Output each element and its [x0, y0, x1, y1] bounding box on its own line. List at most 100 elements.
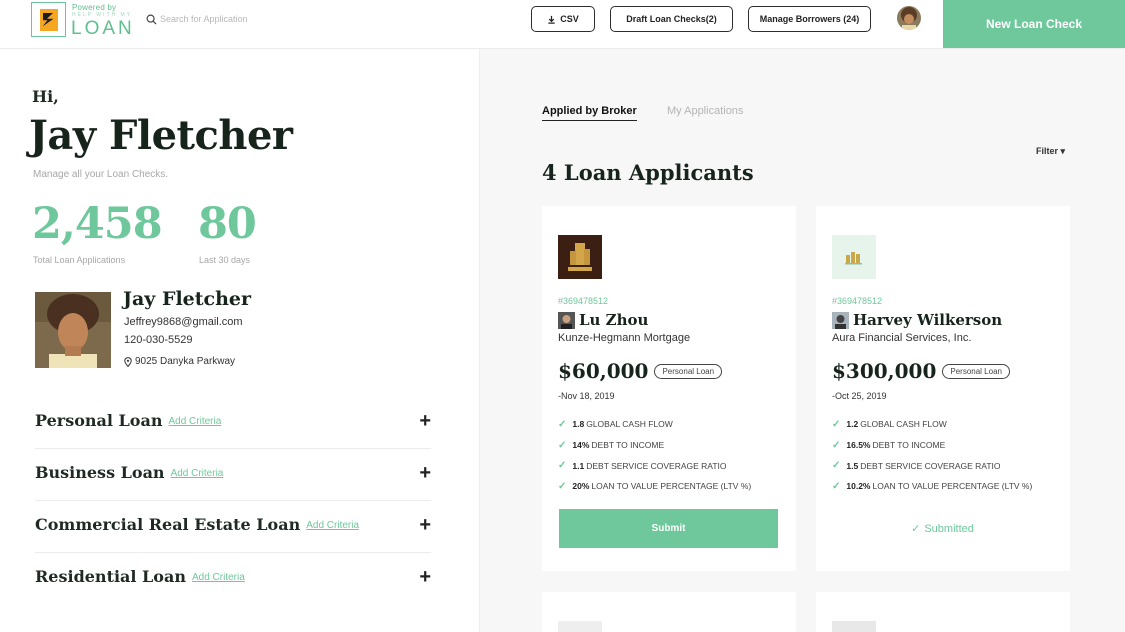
- company-logo-icon: [558, 235, 602, 279]
- draft-label: Draft Loan Checks(2): [626, 14, 717, 24]
- applicant-name: Harvey Wilkerson: [832, 311, 1002, 329]
- check-icon: ✓: [911, 523, 921, 535]
- csv-export-button[interactable]: CSV: [531, 6, 595, 32]
- download-icon: [548, 15, 555, 24]
- submitted-status: ✓ Submitted: [833, 509, 1052, 548]
- powered-by-label: Powered by: [72, 3, 117, 12]
- applicant-name: Lu Zhou: [558, 311, 648, 329]
- loan-type-residential: Residential Loan Add Criteria +: [35, 553, 431, 605]
- metric-item: ✓ 16.5% DEBT TO INCOME: [832, 439, 946, 451]
- metric-item: ✓ 1.1 DEBT SERVICE COVERAGE RATIO: [558, 460, 727, 472]
- company-logo-icon: [558, 621, 602, 632]
- company-logo-icon: [832, 235, 876, 279]
- check-icon: ✓: [558, 460, 567, 472]
- location-pin-icon: [124, 356, 132, 367]
- metric-item: ✓ 20% LOAN TO VALUE PERCENTAGE (LTV %): [558, 480, 752, 492]
- applicant-name-text: Lu Zhou: [579, 311, 649, 329]
- expand-plus-icon[interactable]: +: [419, 411, 431, 431]
- right-panel: Applied by Broker My Applications Filter…: [480, 49, 1125, 632]
- greeting-name: Jay Fletcher: [29, 112, 293, 159]
- applicant-card-partial[interactable]: [816, 592, 1070, 632]
- metric-item: ✓ 1.5 DEBT SERVICE COVERAGE RATIO: [832, 460, 1001, 472]
- loan-type-badge: Personal Loan: [654, 363, 723, 379]
- logo-icon[interactable]: [31, 2, 66, 37]
- loan-amount-value: $300,000: [832, 359, 937, 383]
- loan-type-title: Business Loan: [35, 463, 165, 482]
- applicant-card[interactable]: #369478512 Lu Zhou Kunze-Hegmann Mortgag…: [542, 206, 796, 571]
- metrics-list: ✓ 1.8 GLOBAL CASH FLOW ✓ 14% DEBT TO INCOME …: [558, 414, 751, 497]
- application-date: -Nov 18, 2019: [558, 391, 615, 401]
- check-icon: ✓: [832, 460, 841, 472]
- new-loan-check-button[interactable]: New Loan Check: [943, 0, 1125, 48]
- greeting-hi: Hi,: [32, 87, 59, 106]
- profile-name: Jay Fletcher: [123, 288, 252, 310]
- check-icon: ✓: [558, 439, 567, 451]
- application-id: #369478512: [558, 296, 609, 306]
- expand-plus-icon[interactable]: +: [419, 463, 431, 483]
- add-criteria-link[interactable]: Add Criteria: [306, 520, 359, 531]
- top-bar: Powered by HELP WITH MY LOAN CSV Draft L…: [0, 0, 1125, 49]
- add-criteria-link[interactable]: Add Criteria: [171, 468, 224, 479]
- loan-amount: $60,000 Personal Loan: [558, 359, 723, 383]
- applicant-company: Kunze-Hegmann Mortgage: [558, 332, 691, 344]
- search-icon: [146, 14, 157, 25]
- total-applications-label: Total Loan Applications: [33, 255, 126, 265]
- check-icon: ✓: [832, 439, 841, 451]
- check-icon: ✓: [832, 418, 841, 430]
- filter-dropdown[interactable]: Filter ▾: [1036, 146, 1065, 157]
- expand-plus-icon[interactable]: +: [419, 515, 431, 535]
- check-icon: ✓: [558, 480, 567, 492]
- loan-type-title: Commercial Real Estate Loan: [35, 515, 301, 534]
- check-icon: ✓: [832, 480, 841, 492]
- loan-type-title: Personal Loan: [35, 411, 163, 430]
- loan-amount: $300,000 Personal Loan: [832, 359, 1010, 383]
- search-input[interactable]: [160, 11, 310, 27]
- tab-applied-by-broker[interactable]: Applied by Broker: [542, 105, 637, 121]
- add-criteria-link[interactable]: Add Criteria: [192, 572, 245, 583]
- metric-item: ✓ 10.2% LOAN TO VALUE PERCENTAGE (LTV %): [832, 480, 1033, 492]
- filter-label: Filter: [1036, 146, 1059, 156]
- metrics-list: ✓ 1.2 GLOBAL CASH FLOW ✓ 16.5% DEBT TO INCOM…: [832, 414, 1032, 497]
- check-icon: ✓: [558, 418, 567, 430]
- total-applications-value: 2,458: [32, 199, 163, 249]
- loan-type-badge: Personal Loan: [942, 363, 1010, 379]
- applicant-avatar: [832, 311, 849, 329]
- loan-type-business: Business Loan Add Criteria +: [35, 449, 431, 501]
- loan-type-personal: Personal Loan Add Criteria +: [35, 397, 431, 449]
- greeting-subtitle: Manage all your Loan Checks.: [33, 169, 169, 180]
- applicant-card[interactable]: #369478512 Harvey Wilkerson Aura Financi…: [816, 206, 1070, 571]
- left-panel: Hi, Jay Fletcher Manage all your Loan Ch…: [0, 49, 480, 632]
- applicant-avatar: [558, 311, 575, 329]
- address-text: 9025 Danyka Parkway: [135, 356, 236, 367]
- applicant-card-partial[interactable]: [542, 592, 796, 632]
- user-avatar[interactable]: [897, 6, 921, 30]
- applicant-company: Aura Financial Services, Inc.: [832, 332, 972, 344]
- submit-button[interactable]: Submit: [559, 509, 778, 548]
- loan-amount-value: $60,000: [558, 359, 649, 383]
- last-30-days-label: Last 30 days: [199, 255, 251, 265]
- loan-type-commercial: Commercial Real Estate Loan Add Criteria …: [35, 501, 431, 553]
- profile-phone: 120-030-5529: [124, 334, 193, 346]
- applicants-count-title: 4 Loan Applicants: [542, 160, 754, 185]
- metric-item: ✓ 1.2 GLOBAL CASH FLOW: [832, 418, 947, 430]
- metric-item: ✓ 1.8 GLOBAL CASH FLOW: [558, 418, 673, 430]
- applicant-name-text: Harvey Wilkerson: [853, 311, 1003, 329]
- last-30-days-value: 80: [198, 199, 257, 249]
- borrowers-label: Manage Borrowers (24): [759, 14, 860, 24]
- caret-down-icon: ▾: [1060, 146, 1066, 156]
- company-logo-icon: [832, 621, 876, 632]
- add-criteria-link[interactable]: Add Criteria: [168, 416, 221, 427]
- draft-loan-checks-button[interactable]: Draft Loan Checks(2): [610, 6, 733, 32]
- profile-photo: [35, 292, 111, 368]
- application-date: -Oct 25, 2019: [832, 391, 887, 401]
- loan-type-title: Residential Loan: [35, 567, 186, 586]
- profile-email: Jeffrey9868@gmail.com: [124, 316, 243, 328]
- application-id: #369478512: [832, 296, 883, 306]
- manage-borrowers-button[interactable]: Manage Borrowers (24): [748, 6, 871, 32]
- csv-label: CSV: [560, 14, 579, 24]
- metric-item: ✓ 14% DEBT TO INCOME: [558, 439, 665, 451]
- expand-plus-icon[interactable]: +: [419, 567, 431, 587]
- tab-my-applications[interactable]: My Applications: [667, 105, 743, 117]
- brand-name: LOAN: [71, 18, 135, 39]
- profile-address: 9025 Danyka Parkway: [124, 356, 235, 367]
